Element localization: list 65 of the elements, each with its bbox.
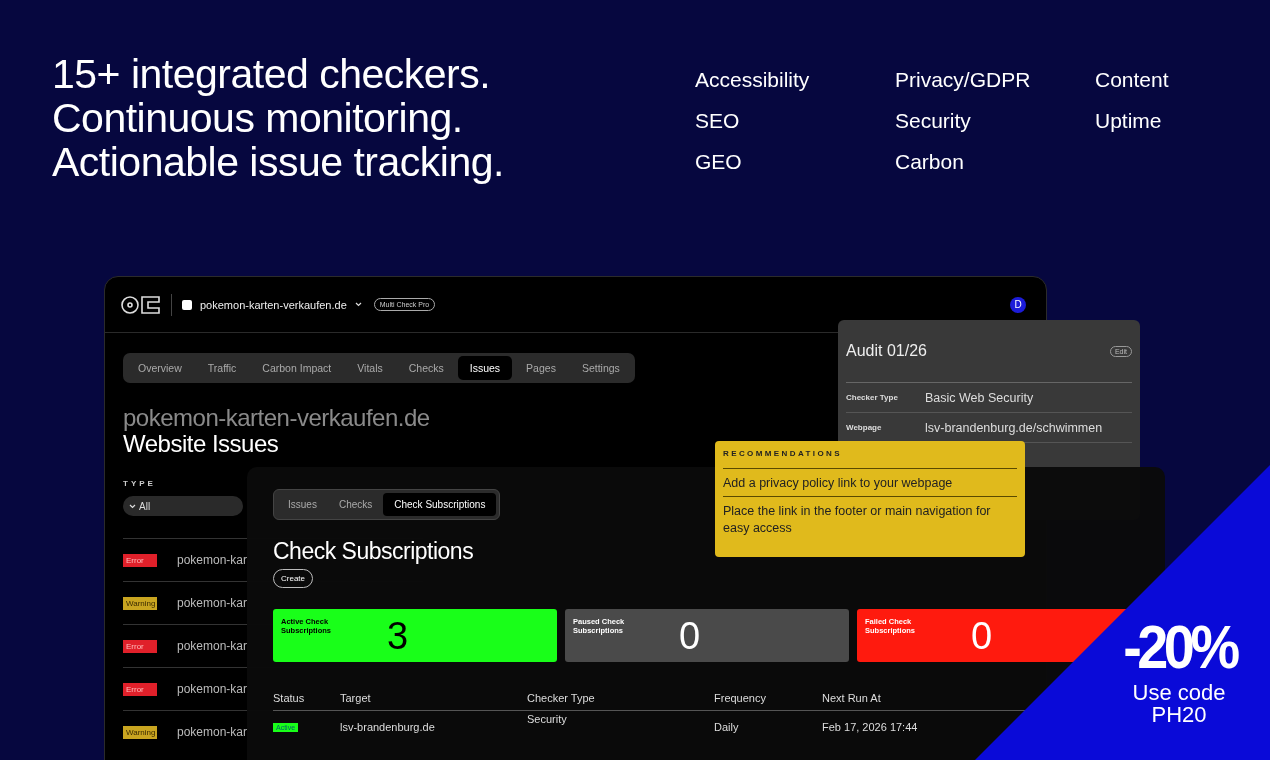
type-dropdown[interactable]: All [123,496,243,516]
stat-value: 0 [971,617,993,654]
nav-tab[interactable]: Checks [396,356,456,380]
field-value: Basic Web Security [925,390,1034,405]
nav-tab[interactable]: Vitals [345,356,395,380]
feature-label: Content [1095,67,1170,93]
nav-tab[interactable]: Settings [569,356,632,380]
chevron-down-icon[interactable] [354,302,362,307]
column-header: Next Run At [822,692,882,704]
stat-value: 3 [387,617,409,654]
sub-tab[interactable]: Issues [277,493,328,516]
severity-badge: Error [123,553,157,567]
issue-site[interactable]: pokemon-kar [177,596,248,610]
severity-badge: Warning [123,725,157,739]
nav-tab[interactable]: Pages [514,356,568,380]
feature-label: SEO [695,108,741,134]
issue-site[interactable]: pokemon-kar [177,639,248,653]
feature-label: Carbon [895,149,965,175]
chevron-down-icon [129,503,136,509]
column-header: Checker Type [527,692,596,704]
nav-tab[interactable]: Issues [457,356,513,380]
discount-text: -20% [1122,612,1236,682]
promo-text: Use code [1132,682,1226,704]
headline-line: Actionable issue tracking. [52,140,504,184]
severity-badge: Error [123,639,157,653]
feature-label: Privacy/GDPR [895,67,1032,93]
headline-line: 15+ integrated checkers. [52,52,492,96]
nav-tab[interactable]: Overview [126,356,194,380]
audit-title: Audit 01/26 [846,342,927,360]
filter-label: TYPE [123,479,156,488]
sub-tab[interactable]: Checks [327,493,384,516]
issue-site[interactable]: pokemon-kar [177,682,248,696]
table-cell-text: Feb 17, 2026 17:44 [822,721,919,733]
feature-label: Security [895,108,972,134]
field-label: Webpage [846,423,883,432]
nav-tab[interactable]: Carbon Impact [250,356,344,380]
popover-heading: RECOMMENDATIONS [723,449,1017,469]
table-cell-text: lsv-brandenburg.de [340,721,436,733]
page-title: Website Issues [123,431,279,457]
logo-icon[interactable] [121,294,161,315]
site-square-icon [182,299,192,310]
severity-badge: Warning [123,596,157,610]
issue-site[interactable]: pokemon-kar [177,553,248,567]
headline-line: Continuous monitoring. [52,96,464,140]
severity-badge: Error [123,682,157,696]
feature-label: GEO [695,149,743,175]
field-value: lsv-brandenburg.de/schwimmen [925,420,1103,435]
panel-title: Check Subscriptions [273,538,475,565]
table-cell-text: Daily [714,721,740,733]
table-cell-text: Security [527,712,568,725]
site-selector[interactable]: pokemon-karten-verkaufen.de [200,298,347,311]
sub-tab[interactable]: Check Subscriptions [383,493,497,516]
column-header: Status [273,692,306,704]
promo-code: PH20 [1151,704,1207,726]
recommendation-text: Place the link in the footer or main navigation for easy access [723,503,992,537]
column-header: Frequency [714,692,767,704]
issue-site[interactable]: pokemon-kar [177,725,248,739]
stat-value: 0 [679,617,701,654]
column-header: Target [340,692,372,704]
feature-label: Accessibility [695,67,811,93]
field-label: Checker Type [846,393,899,402]
user-avatar[interactable]: D [1010,296,1026,313]
nav-tab[interactable]: Traffic [195,356,249,380]
feature-label: Uptime [1095,108,1163,134]
site-title: pokemon-karten-verkaufen.de [123,405,430,431]
